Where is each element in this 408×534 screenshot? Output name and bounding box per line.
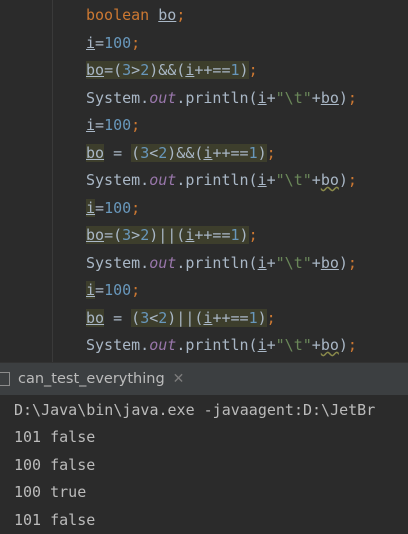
- code-line-1[interactable]: boolean bo;: [86, 2, 185, 29]
- code-line-8[interactable]: i=100;: [86, 195, 140, 222]
- run-tab[interactable]: can_test_everything ✕: [0, 363, 184, 395]
- code-line-9[interactable]: bo=(3>2)||(i++==1);: [86, 222, 258, 249]
- code-line-3[interactable]: bo=(3>2)&&(i++==1);: [86, 57, 258, 84]
- code-line-6[interactable]: bo = (3<2)&&(i++==1);: [86, 140, 276, 167]
- code-line-2[interactable]: i=100;: [86, 30, 140, 57]
- run-tab-label: can_test_everything: [18, 371, 165, 387]
- indent-guide: [52, 0, 53, 362]
- run-console[interactable]: D:\Java\bin\java.exe -javaagent:D:\JetBr…: [0, 395, 408, 532]
- code-line-7[interactable]: System.out.println(i+"\t"+bo);: [86, 167, 357, 194]
- console-line: 100 true: [14, 483, 87, 501]
- console-line: 101 false: [14, 511, 96, 529]
- console-line: D:\Java\bin\java.exe -javaagent:D:\JetBr: [14, 401, 376, 419]
- close-icon[interactable]: ✕: [173, 371, 185, 387]
- code-line-4[interactable]: System.out.println(i+"\t"+bo);: [86, 85, 357, 112]
- code-line-11[interactable]: i=100;: [86, 277, 140, 304]
- code-line-13[interactable]: System.out.println(i+"\t"+bo);: [86, 332, 357, 359]
- console-line: 100 false: [14, 456, 96, 474]
- code-line-5[interactable]: i=100;: [86, 112, 140, 139]
- run-config-icon: [0, 372, 10, 386]
- code-line-10[interactable]: System.out.println(i+"\t"+bo);: [86, 250, 357, 277]
- code-line-12[interactable]: bo = (3<2)||(i++==1);: [86, 305, 276, 332]
- code-editor[interactable]: boolean bo; i=100; bo=(3>2)&&(i++==1); S…: [0, 0, 408, 362]
- console-line: 101 false: [14, 428, 96, 446]
- run-tool-window-tabbar: can_test_everything ✕: [0, 362, 408, 396]
